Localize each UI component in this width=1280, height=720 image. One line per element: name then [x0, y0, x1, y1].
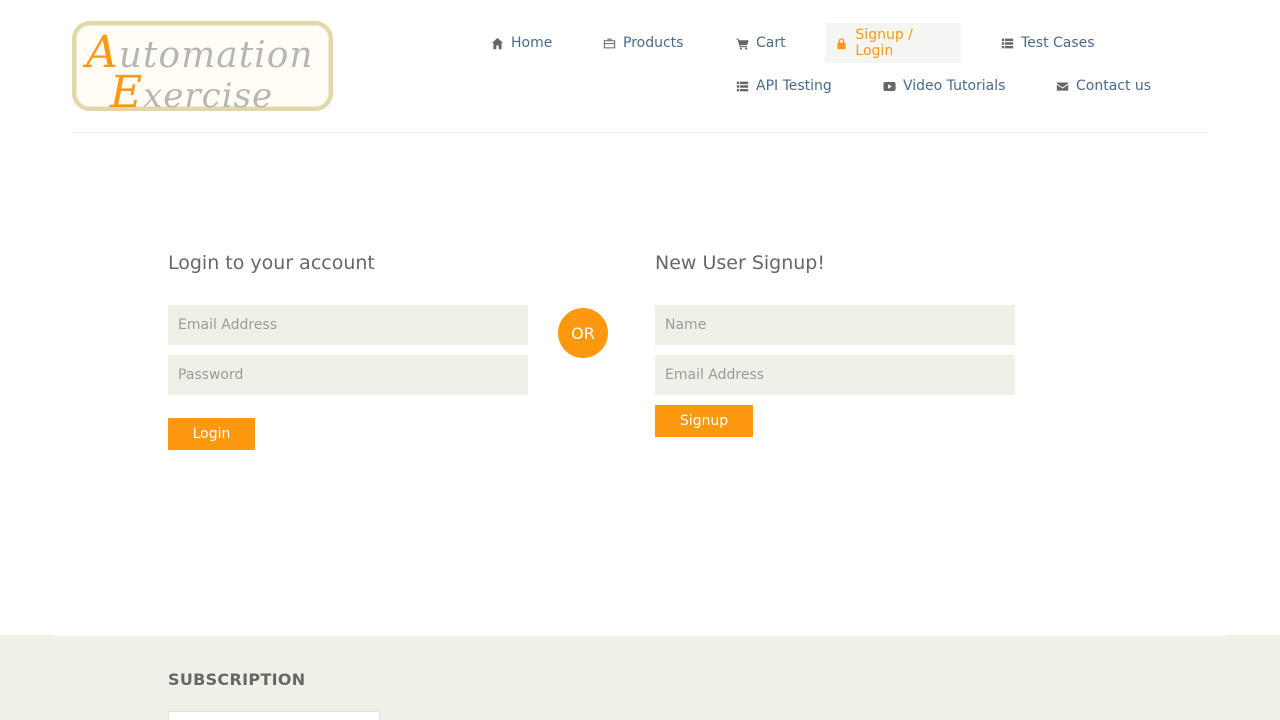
site-logo[interactable]: Automation Exercise [72, 21, 333, 118]
login-title: Login to your account [168, 252, 375, 274]
nav-api-testing-label: API Testing [756, 78, 832, 94]
nav-api-testing[interactable]: API Testing [725, 66, 842, 106]
nav-test-cases[interactable]: Test Cases [990, 23, 1105, 63]
subscription-email-input[interactable] [168, 711, 380, 720]
footer-edge [55, 634, 1225, 636]
signup-email-input[interactable] [655, 355, 1015, 395]
login-password-input[interactable] [168, 355, 528, 395]
briefcase-icon [602, 36, 616, 50]
logo-cap-e: E [110, 67, 144, 118]
signup-button[interactable]: Signup [655, 405, 753, 437]
nav-home-label: Home [511, 35, 553, 51]
envelope-icon [1055, 79, 1069, 93]
nav-contact-us[interactable]: Contact us [1045, 66, 1161, 106]
nav-signup-login-label: Signup / Login [855, 27, 913, 59]
lock-icon [835, 36, 848, 50]
subscription-title: SUBSCRIPTION [168, 670, 306, 689]
nav-video-tutorials[interactable]: Video Tutorials [872, 66, 1015, 106]
home-icon [490, 36, 504, 50]
nav-products-label: Products [623, 35, 684, 51]
list-icon [735, 79, 749, 93]
signup-name-input[interactable] [655, 305, 1015, 345]
list-icon [1000, 36, 1014, 50]
signup-title: New User Signup! [655, 252, 825, 274]
or-label: OR [571, 323, 595, 343]
login-button[interactable]: Login [168, 418, 255, 450]
nav-video-tutorials-label: Video Tutorials [903, 78, 1006, 94]
nav-cart-label: Cart [756, 35, 786, 51]
nav-home[interactable]: Home [480, 23, 562, 63]
nav-contact-us-label: Contact us [1076, 78, 1152, 94]
nav-products[interactable]: Products [592, 23, 693, 63]
nav-signup-login[interactable]: Signup / Login [825, 23, 961, 63]
nav-cart[interactable]: Cart [725, 23, 796, 63]
youtube-play-icon [882, 79, 896, 93]
logo-rest-2: xercise [143, 76, 274, 116]
nav-test-cases-label: Test Cases [1021, 35, 1095, 51]
login-email-input[interactable] [168, 305, 528, 345]
or-divider: OR [558, 308, 608, 358]
page: Automation Exercise Home Products Cart S… [0, 0, 1280, 720]
cart-icon [735, 36, 749, 50]
header-divider [72, 132, 1209, 133]
logo-line-2: Exercise [110, 67, 273, 118]
